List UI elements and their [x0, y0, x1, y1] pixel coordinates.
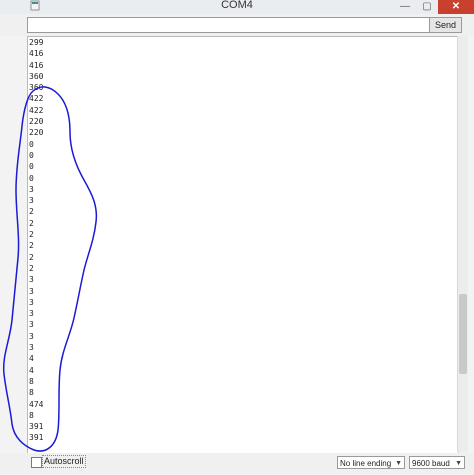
send-button[interactable]: Send	[429, 17, 462, 33]
output-line: 3	[29, 196, 34, 206]
output-line: 391	[29, 422, 44, 432]
output-line: 8	[29, 410, 34, 420]
output-line: 0	[29, 173, 34, 183]
output-line: 416	[29, 49, 44, 59]
autoscroll-checkbox[interactable]	[31, 457, 42, 468]
output-line: 3	[29, 320, 34, 330]
output-line: 2	[29, 252, 34, 262]
vertical-scrollbar[interactable]	[457, 36, 468, 452]
output-line: 416	[29, 60, 44, 70]
output-line: 360	[29, 83, 44, 93]
autoscroll-label[interactable]: Autoscroll	[42, 455, 86, 468]
output-line: 3	[29, 184, 34, 194]
output-line: 422	[29, 105, 44, 115]
chevron-down-icon: ▼	[455, 460, 462, 467]
output-line: 4	[29, 365, 34, 375]
chevron-down-icon: ▼	[395, 460, 402, 467]
baud-rate-value: 9600 baud	[412, 459, 450, 468]
title-bar: COM4 — ▢ ✕	[0, 0, 474, 15]
output-line: 2	[29, 207, 34, 217]
output-line: 474	[29, 399, 44, 409]
baud-rate-select[interactable]: 9600 baud ▼	[409, 456, 465, 469]
output-line: 8	[29, 388, 34, 398]
status-bar: Autoscroll No line ending ▼ 9600 baud ▼	[0, 453, 474, 475]
output-line: 3	[29, 297, 34, 307]
output-line: 2	[29, 230, 34, 240]
output-line: 220	[29, 128, 44, 138]
output-line: 422	[29, 94, 44, 104]
output-line: 220	[29, 117, 44, 127]
output-line: 299	[29, 38, 44, 47]
output-line: 391	[29, 433, 44, 443]
output-line: 0	[29, 139, 34, 149]
output-line: 2	[29, 241, 34, 251]
output-line: 4	[29, 354, 34, 364]
output-line: 3	[29, 275, 34, 285]
output-line: 2	[29, 263, 34, 273]
output-line: 3	[29, 286, 34, 296]
output-line: 3	[29, 343, 34, 353]
output-line: 360	[29, 71, 44, 81]
close-button[interactable]: ✕	[438, 0, 474, 14]
output-line: 3	[29, 331, 34, 341]
send-input[interactable]	[27, 17, 430, 33]
scrollbar-thumb[interactable]	[459, 294, 467, 374]
output-line: 0	[29, 150, 34, 160]
output-line: 0	[29, 162, 34, 172]
maximize-button[interactable]: ▢	[416, 0, 438, 14]
minimize-button[interactable]: —	[394, 0, 416, 14]
output-line: 2	[29, 218, 34, 228]
line-ending-select[interactable]: No line ending ▼	[337, 456, 405, 469]
output-lines: 299 416 416 360 360 422 422 220 220 0 0 0 0 3 3 2 2 2 2 2 2 3…	[29, 37, 43, 444]
send-row: Send	[0, 14, 474, 36]
line-ending-value: No line ending	[340, 459, 392, 468]
output-line: 3	[29, 309, 34, 319]
serial-output[interactable]: 299 416 416 360 360 422 422 220 220 0 0 0 0 3 3 2 2 2 2 2 2 3…	[27, 36, 459, 454]
output-line: 8	[29, 376, 34, 386]
